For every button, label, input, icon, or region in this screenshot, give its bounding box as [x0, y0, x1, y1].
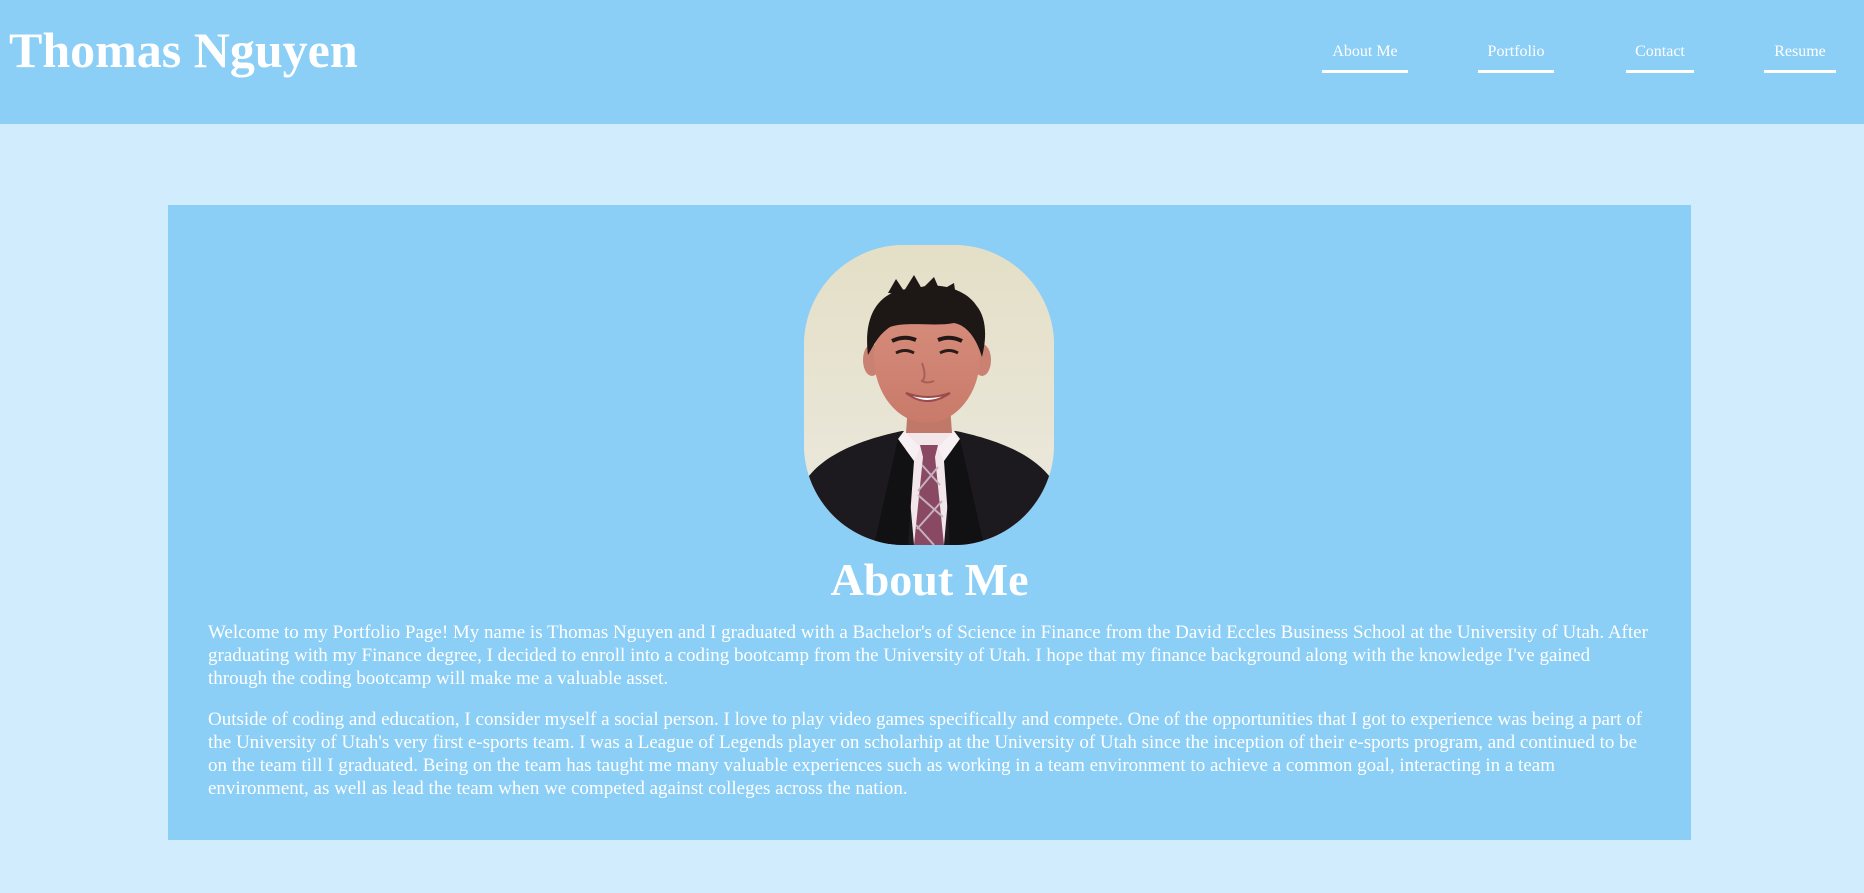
portrait-illustration — [804, 245, 1054, 545]
profile-photo — [804, 245, 1054, 545]
nav-link-contact[interactable]: Contact — [1626, 42, 1694, 73]
site-header: Thomas Nguyen About Me Portfolio Contact… — [0, 0, 1864, 124]
nav-link-resume[interactable]: Resume — [1764, 42, 1836, 73]
about-me-heading: About Me — [830, 554, 1029, 605]
site-title: Thomas Nguyen — [9, 22, 358, 78]
about-me-section: About Me Welcome to my Portfolio Page! M… — [168, 205, 1691, 840]
about-paragraph-intro: Welcome to my Portfolio Page! My name is… — [208, 622, 1648, 689]
nav-link-portfolio[interactable]: Portfolio — [1478, 42, 1554, 73]
about-paragraph-interests: Outside of coding and education, I consi… — [208, 709, 1643, 799]
nav-link-about-me[interactable]: About Me — [1322, 42, 1408, 73]
main-nav: About Me Portfolio Contact Resume — [1264, 38, 1864, 78]
